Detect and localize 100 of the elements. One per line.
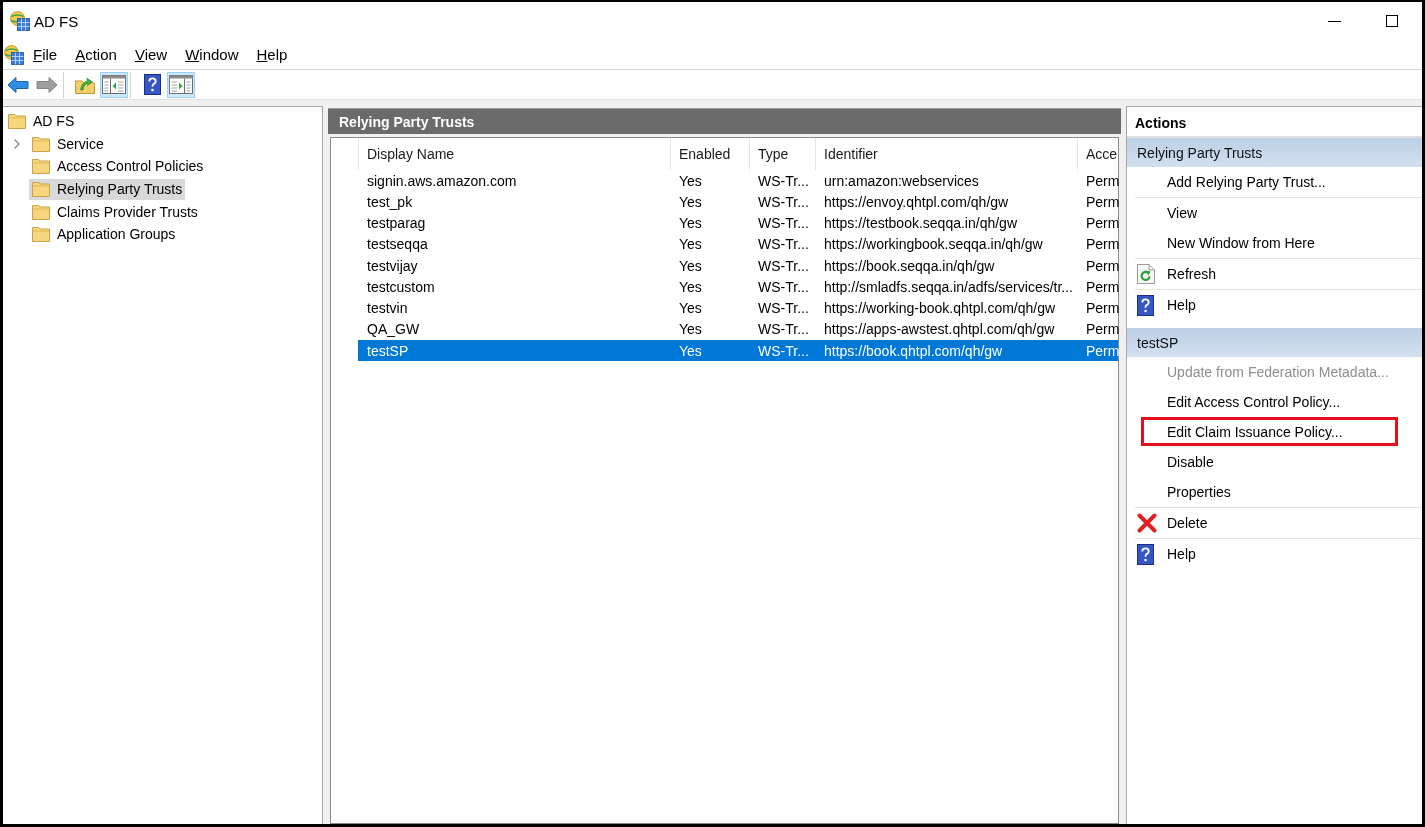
column-header[interactable]: Type bbox=[749, 138, 815, 170]
table-row[interactable]: testSP Yes WS-Tr... https://book.qhtpl.com/qh/gw Perm bbox=[358, 340, 1118, 362]
command-link[interactable]: New Window from Here bbox=[1135, 228, 1422, 258]
help-icon bbox=[1137, 294, 1154, 316]
delete-icon bbox=[1137, 513, 1157, 533]
table-cell-text: urn:amazon:webservices bbox=[823, 171, 980, 191]
command-link[interactable]: View bbox=[1135, 198, 1422, 228]
window-panes-icon bbox=[102, 75, 126, 94]
table-cell-text: Yes bbox=[678, 235, 703, 255]
folder-icon bbox=[32, 203, 50, 220]
table-cell-text: https://envoy.qhtpl.com/qh/gw bbox=[823, 192, 1010, 212]
tree-item[interactable]: AD FS bbox=[5, 110, 78, 132]
command-link[interactable]: Help bbox=[1135, 539, 1422, 569]
pane-header: Relying Party Trusts bbox=[328, 108, 1121, 134]
table-cell-text: https://apps-awstest.qhtpl.com/qh/gw bbox=[823, 320, 1056, 340]
app-icon bbox=[10, 11, 30, 31]
command-link[interactable]: Edit Access Control Policy... bbox=[1135, 387, 1422, 417]
table-cell-text: WS-Tr... bbox=[757, 341, 810, 361]
window-title: AD FS bbox=[34, 12, 79, 30]
table-cell-text: WS-Tr... bbox=[757, 299, 810, 319]
table-cell-text: testcustom bbox=[366, 277, 436, 297]
tree-item[interactable]: Claims Provider Trusts bbox=[29, 201, 201, 223]
table-cell-text: Yes bbox=[678, 171, 703, 191]
table-cell-text: Yes bbox=[678, 320, 703, 340]
table-cell-text: testvijay bbox=[366, 256, 419, 276]
folder-icon bbox=[8, 113, 26, 130]
help-icon bbox=[143, 74, 161, 95]
table-cell-text: https://working-book.qhtpl.com/qh/gw bbox=[823, 299, 1057, 319]
table-row[interactable]: testvin Yes WS-Tr... https://working-book.qhtpl.com/qh/gw Perm bbox=[358, 297, 1118, 319]
table-cell-text: test_pk bbox=[366, 192, 414, 212]
menu-item[interactable]: File bbox=[24, 43, 67, 66]
command-link[interactable]: Delete bbox=[1135, 508, 1422, 538]
refresh-icon bbox=[1137, 264, 1155, 284]
table-row[interactable]: testseqqa Yes WS-Tr... https://workingbook.seqqa.in/qh/gw Perm bbox=[358, 233, 1118, 255]
command-link[interactable]: Add Relying Party Trust... bbox=[1135, 167, 1422, 197]
table-cell-text: Perm bbox=[1085, 277, 1120, 297]
table-cell-text: Yes bbox=[678, 256, 703, 276]
folder-icon bbox=[32, 135, 50, 152]
table-cell-text: Perm bbox=[1085, 192, 1120, 212]
table-cell-text: Yes bbox=[678, 299, 703, 319]
section-header[interactable]: Relying Party Trusts bbox=[1127, 138, 1422, 167]
column-header[interactable]: Enabled bbox=[670, 138, 749, 170]
command-link[interactable]: Refresh bbox=[1135, 259, 1422, 289]
window-panes-icon bbox=[169, 75, 193, 94]
command-link[interactable]: Properties bbox=[1135, 477, 1422, 507]
table-cell-text: WS-Tr... bbox=[757, 214, 810, 234]
table-cell-text: Yes bbox=[678, 192, 703, 212]
tree-item[interactable]: Application Groups bbox=[29, 223, 179, 245]
table-cell-text: Perm bbox=[1085, 214, 1120, 234]
table-cell-text: http://smladfs.seqqa.in/adfs/services/tr... bbox=[823, 277, 1074, 297]
command-link[interactable]: Disable bbox=[1135, 447, 1422, 477]
command-link[interactable]: Help bbox=[1135, 290, 1422, 320]
table-cell-text: WS-Tr... bbox=[757, 320, 810, 340]
table-cell-text: testSP bbox=[366, 341, 410, 361]
side-pane-toggle[interactable] bbox=[167, 71, 195, 98]
tree-item[interactable]: Access Control Policies bbox=[29, 156, 207, 177]
console-tree-toggle[interactable] bbox=[100, 71, 128, 98]
table-cell-text: https://workingbook.seqqa.in/qh/gw bbox=[823, 235, 1044, 255]
table-cell-text: WS-Tr... bbox=[757, 192, 810, 212]
table-cell-text: QA_GW bbox=[366, 320, 421, 340]
menu-item[interactable]: Action bbox=[66, 43, 126, 66]
table-cell-text: Perm bbox=[1085, 171, 1120, 191]
table-row[interactable]: testparag Yes WS-Tr... https://testbook.seqqa.in/qh/gw Perm bbox=[358, 212, 1118, 234]
command-link[interactable]: Edit Claim Issuance Policy... bbox=[1135, 417, 1422, 447]
forward-arrow-icon bbox=[36, 75, 58, 94]
column-header[interactable]: Display Name bbox=[358, 138, 670, 170]
table-cell-text: WS-Tr... bbox=[757, 256, 810, 276]
menu-item[interactable]: Window bbox=[176, 43, 248, 66]
section-header[interactable]: testSP bbox=[1127, 328, 1422, 357]
maximize-icon bbox=[1385, 15, 1398, 27]
expand-chevron-icon[interactable] bbox=[14, 138, 20, 149]
table-row[interactable]: testcustom Yes WS-Tr... http://smladfs.seqqa.in/adfs/services/tr... Perm bbox=[358, 276, 1118, 298]
table-row[interactable]: testvijay Yes WS-Tr... https://book.seqqa.in/qh/gw Perm bbox=[358, 255, 1118, 277]
back-arrow-icon bbox=[7, 75, 29, 94]
folder-icon bbox=[32, 226, 50, 243]
menu-item[interactable]: Help bbox=[247, 43, 297, 66]
tree-item[interactable]: Relying Party Trusts bbox=[29, 178, 186, 200]
table-row[interactable]: signin.aws.amazon.com Yes WS-Tr... urn:amazon:webservices Perm bbox=[358, 170, 1118, 192]
table-cell-text: Perm bbox=[1085, 299, 1120, 319]
menu-item[interactable]: View bbox=[125, 43, 177, 66]
tree-item[interactable]: Service bbox=[29, 133, 107, 155]
table-cell-text: Yes bbox=[678, 341, 703, 361]
table-cell-text: https://testbook.seqqa.in/qh/gw bbox=[823, 214, 1018, 234]
app-icon bbox=[4, 44, 24, 65]
column-header[interactable]: Acce bbox=[1077, 138, 1118, 170]
table-cell-text: testparag bbox=[366, 214, 427, 234]
table-row[interactable]: QA_GW Yes WS-Tr... https://apps-awstest.qhtpl.com/qh/gw Perm bbox=[358, 318, 1118, 340]
table-cell-text: Perm bbox=[1085, 320, 1120, 340]
folder-icon bbox=[32, 158, 50, 175]
column-header[interactable]: Identifier bbox=[815, 138, 1077, 170]
table-cell-text: Perm bbox=[1085, 235, 1120, 255]
table-cell-text: WS-Tr... bbox=[757, 277, 810, 297]
table-cell-text: Yes bbox=[678, 277, 703, 297]
minimize-icon bbox=[1328, 20, 1341, 22]
table-cell-text: testseqqa bbox=[366, 235, 429, 255]
table-cell-text: signin.aws.amazon.com bbox=[366, 171, 518, 191]
table-cell-text: Perm bbox=[1085, 341, 1120, 361]
table-row[interactable]: test_pk Yes WS-Tr... https://envoy.qhtpl.com/qh/gw Perm bbox=[358, 191, 1118, 213]
folder-icon bbox=[32, 181, 50, 198]
table-cell-text: https://book.seqqa.in/qh/gw bbox=[823, 256, 996, 276]
